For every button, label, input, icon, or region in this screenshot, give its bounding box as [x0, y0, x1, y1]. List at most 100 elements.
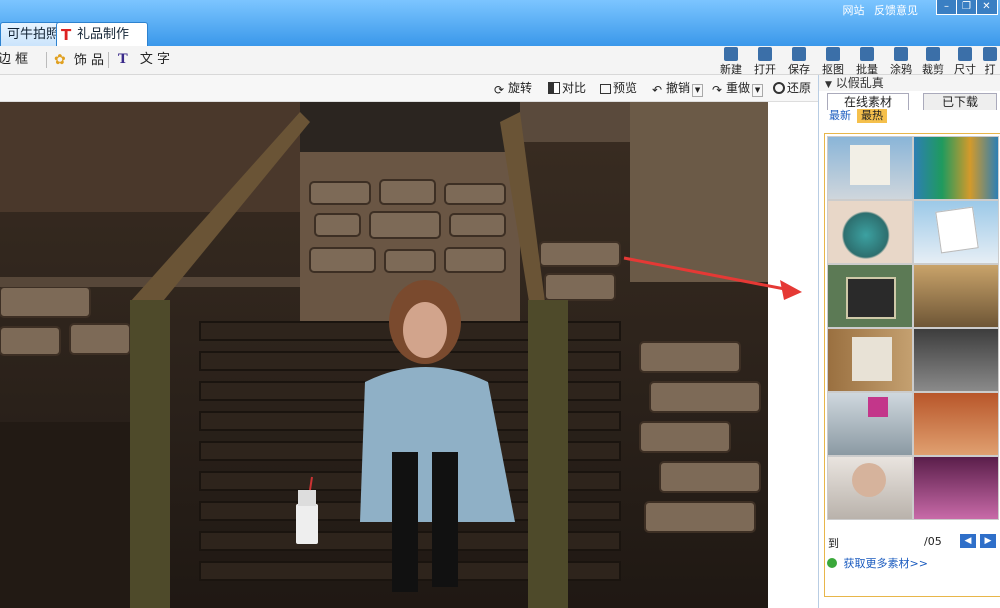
toolbar-divider — [46, 52, 47, 68]
frame-tool-button[interactable]: 边 框 — [0, 50, 28, 70]
chevron-down-icon[interactable]: ▼ — [752, 84, 764, 97]
redo-label: 重做 — [726, 81, 751, 95]
undo-label: 撤销 — [666, 81, 691, 95]
undo-button[interactable]: ↶ 撤销 ▼ — [652, 80, 704, 97]
print-button[interactable]: 打 — [980, 47, 1000, 77]
preview-icon — [600, 84, 611, 94]
restore-circle-icon — [773, 82, 785, 94]
flower-icon: ✿ — [54, 52, 66, 68]
batch-button[interactable]: 批量 — [852, 47, 882, 77]
restore-button[interactable]: 还原 — [773, 80, 811, 96]
more-materials-link[interactable]: 获取更多素材>> — [827, 555, 928, 571]
prev-page-button[interactable]: ◀ — [960, 534, 976, 548]
tab-online-materials[interactable]: 在线素材 — [827, 93, 909, 110]
chevron-down-icon[interactable]: ▼ — [692, 84, 704, 97]
subtab-label: 最热 — [861, 109, 883, 122]
tab-label: 可牛拍照 — [7, 27, 60, 42]
open-button[interactable]: 打开 — [750, 47, 780, 77]
tab-label: 在线素材 — [843, 95, 892, 109]
material-thumb[interactable] — [827, 456, 913, 520]
panel-title: 以假乱真 — [835, 76, 884, 90]
tab-downloaded[interactable]: 已下载 — [923, 93, 997, 110]
print-icon — [983, 47, 997, 61]
tab-label: 已下载 — [941, 95, 978, 109]
link-website[interactable]: 网站 — [843, 4, 865, 17]
toolbar-divider — [108, 52, 109, 68]
editing-canvas[interactable] — [0, 102, 818, 608]
download-icon — [827, 558, 837, 568]
material-thumb[interactable] — [913, 328, 999, 392]
material-thumb[interactable] — [827, 328, 913, 392]
next-page-button[interactable]: ▶ — [980, 534, 996, 548]
material-grid — [824, 133, 1000, 597]
subtab-latest[interactable]: 最新 — [825, 109, 855, 123]
text-tool-button[interactable]: T 文 字 — [118, 50, 170, 70]
preview-label: 预览 — [613, 81, 638, 95]
batch-icon — [860, 47, 874, 61]
pager: 到 /05 ◀ ▶ — [824, 532, 999, 552]
new-button[interactable]: 新建 — [716, 47, 746, 77]
resize-button[interactable]: 尺寸 — [950, 47, 980, 77]
collapse-icon: ▼ — [825, 80, 832, 90]
edit-toolbar: ⟳ 旋转 对比 预览 ↶ 撤销 ▼ ↷ 重做 ▼ 还原 — [0, 75, 818, 102]
pager-label: 到 — [828, 537, 839, 550]
preview-button[interactable]: 预览 — [600, 80, 637, 96]
folder-icon — [758, 47, 772, 61]
tab-gift-making[interactable]: T 礼品制作 — [56, 22, 148, 47]
panel-tabs: 在线素材 已下载 — [819, 91, 1000, 110]
material-thumb[interactable] — [827, 392, 913, 456]
compare-button[interactable]: 对比 — [548, 80, 586, 96]
rotate-icon: ⟳ — [494, 83, 505, 97]
material-thumb[interactable] — [827, 264, 913, 328]
page-indicator: /05 — [924, 535, 942, 548]
gift-icon: T — [61, 26, 72, 44]
redo-button[interactable]: ↷ 重做 ▼ — [712, 80, 764, 97]
material-thumb[interactable] — [913, 264, 999, 328]
photo-scene — [0, 102, 768, 608]
text-label: 文 字 — [139, 52, 170, 67]
main-toolbar: 边 框 ✿ 饰 品 T 文 字 — [0, 46, 1000, 75]
compare-label: 对比 — [562, 81, 587, 95]
cutout-icon — [826, 47, 840, 61]
tab-label: 礼品制作 — [77, 27, 130, 42]
material-thumb[interactable] — [913, 392, 999, 456]
rotate-button[interactable]: ⟳ 旋转 — [494, 80, 533, 97]
material-thumb[interactable] — [827, 200, 913, 264]
cutout-button[interactable]: 抠图 — [818, 47, 848, 77]
subtab-hottest[interactable]: 最热 — [857, 109, 887, 123]
crop-button[interactable]: 裁剪 — [918, 47, 948, 77]
material-thumb[interactable] — [913, 136, 999, 200]
save-icon — [792, 47, 806, 61]
doodle-button[interactable]: 涂鸦 — [886, 47, 916, 77]
minimize-icon[interactable]: – — [937, 0, 957, 14]
frame-label: 边 框 — [0, 52, 29, 67]
photo-image[interactable] — [0, 102, 768, 608]
compare-icon — [548, 82, 560, 94]
text-icon: T — [118, 52, 128, 67]
material-thumb[interactable] — [913, 456, 999, 520]
save-button[interactable]: 保存 — [784, 47, 814, 77]
panel-subtabs: 最新 最热 — [819, 109, 1000, 125]
panel-header[interactable]: ▼ 以假乱真 — [819, 75, 1000, 91]
crop-icon — [926, 47, 940, 61]
more-link-text: 获取更多素材>> — [843, 557, 928, 570]
top-links: 网站 反馈意见 — [837, 2, 919, 18]
close-icon[interactable]: ✕ — [977, 0, 996, 14]
window-controls: – ❐ ✕ — [936, 0, 998, 15]
doodle-icon — [894, 47, 908, 61]
material-thumb[interactable] — [827, 136, 913, 200]
resize-icon — [958, 47, 972, 61]
rotate-label: 旋转 — [508, 81, 533, 95]
canvas-margin — [768, 102, 818, 608]
restore-icon[interactable]: ❐ — [957, 0, 977, 14]
link-feedback[interactable]: 反馈意见 — [874, 4, 918, 17]
accessory-tool-button[interactable]: ✿ 饰 品 — [54, 50, 104, 70]
accessory-label: 饰 品 — [73, 53, 105, 68]
undo-icon: ↶ — [652, 83, 663, 97]
subtab-label: 最新 — [829, 109, 851, 122]
material-thumb[interactable] — [913, 200, 999, 264]
title-bar: 可牛拍照 T 礼品制作 网站 反馈意见 – ❐ ✕ — [0, 0, 1000, 47]
restore-label: 还原 — [787, 81, 812, 95]
redo-icon: ↷ — [712, 83, 723, 97]
new-icon — [724, 47, 738, 61]
